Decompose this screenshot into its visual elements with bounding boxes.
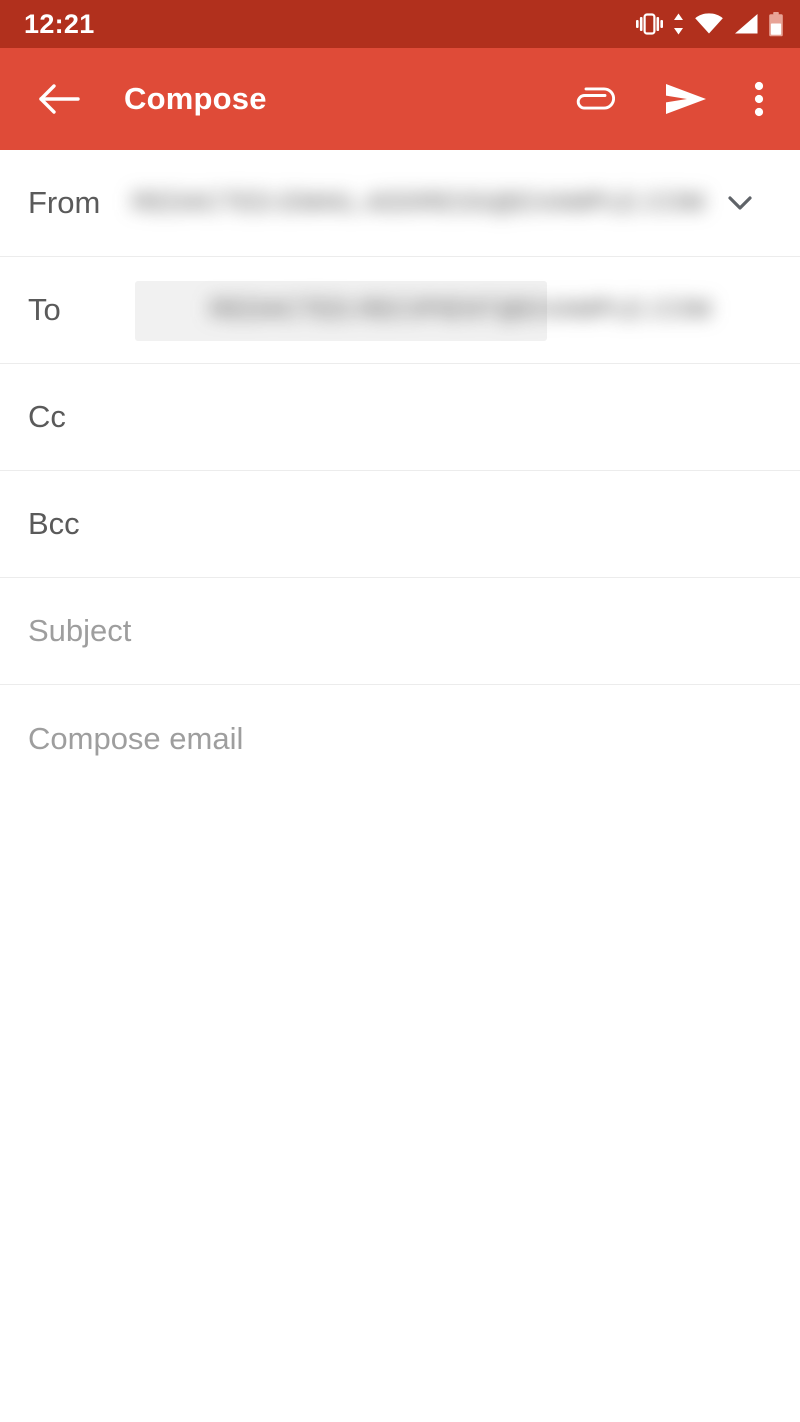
overflow-menu-button[interactable] [736,62,782,136]
more-vert-icon [754,81,764,117]
field-row-from[interactable]: From REDACTED.EMAIL.ADDRESS@EXAMPLE.COM [0,150,800,257]
page-title: Compose [124,81,267,116]
compose-body-input[interactable]: Compose email [28,721,243,757]
send-button[interactable] [648,62,722,136]
from-label: From [28,185,101,220]
status-bar-clock: 12:21 [24,8,95,39]
field-row-to[interactable]: To REDACTED.RECIPIENT@EXAMPLE.COM [0,257,800,364]
attach-button[interactable] [556,62,630,136]
from-value-redacted: REDACTED.EMAIL.ADDRESS@EXAMPLE.COM [132,188,706,217]
wifi-icon [695,13,723,34]
from-account-dropdown[interactable] [714,177,766,229]
status-bar-icons [636,11,784,37]
to-label: To [28,292,61,327]
to-value-redacted: REDACTED.RECIPIENT@EXAMPLE.COM [210,295,712,324]
compose-body-row[interactable]: Compose email [0,685,800,792]
paperclip-icon [576,87,615,110]
cellular-signal-icon [735,14,758,34]
compose-form: From REDACTED.EMAIL.ADDRESS@EXAMPLE.COM … [0,150,800,792]
battery-icon [769,11,783,36]
compose-screen: 12:21 Compose From REDACTED.EMAIL.ADDRES… [0,0,800,1422]
bcc-label: Bcc [28,506,80,541]
field-row-bcc[interactable]: Bcc [0,471,800,578]
arrow-back-icon [39,84,80,114]
back-button[interactable] [22,62,96,136]
subject-input[interactable]: Subject [28,613,131,649]
compose-body-area[interactable] [0,791,800,1422]
app-bar: Compose [0,48,800,150]
vibrate-icon [636,13,663,35]
chevron-down-icon [728,196,752,210]
field-row-cc[interactable]: Cc [0,364,800,471]
send-icon [666,84,706,114]
cc-label: Cc [28,399,66,434]
status-bar: 12:21 [0,0,800,48]
data-transfer-icon [674,13,683,35]
field-row-subject[interactable]: Subject [0,578,800,685]
